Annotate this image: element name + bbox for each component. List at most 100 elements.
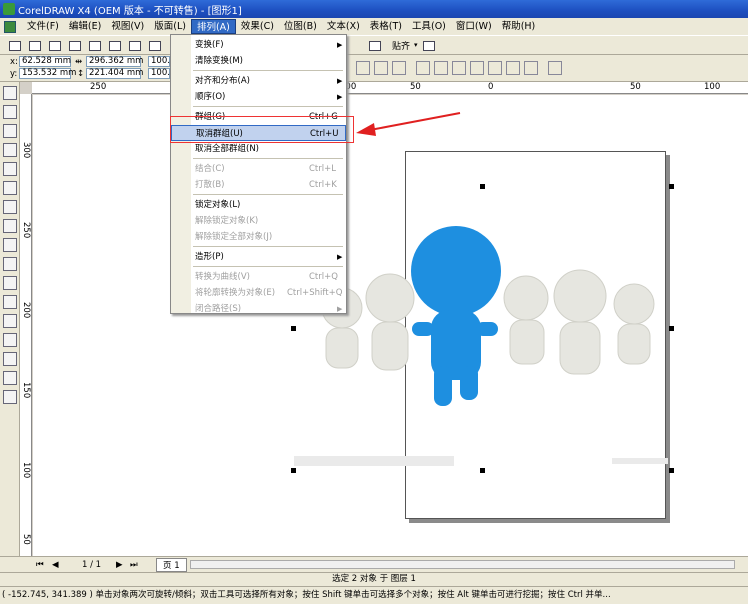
simplify-icon[interactable] bbox=[470, 61, 484, 75]
ungroup-icon[interactable] bbox=[374, 61, 388, 75]
next-page-icon[interactable]: ▶ bbox=[116, 560, 123, 570]
open-icon[interactable] bbox=[26, 38, 42, 52]
pick-tool-icon[interactable] bbox=[3, 86, 17, 100]
selection-handle[interactable] bbox=[669, 326, 674, 331]
new-icon[interactable] bbox=[6, 38, 22, 52]
ellipse-tool-icon[interactable] bbox=[3, 219, 17, 233]
menu-effects[interactable]: 效果(C) bbox=[236, 19, 279, 34]
y-label: y: bbox=[10, 69, 18, 79]
arrange-menu-item[interactable]: 顺序(O) ▶ bbox=[171, 89, 346, 105]
zoom-dropdown-icon[interactable] bbox=[366, 38, 382, 52]
ruler-tick-label: 100 bbox=[21, 462, 31, 479]
arrange-menu-item[interactable]: 取消全部群组(N) bbox=[171, 141, 346, 157]
table-tool-icon[interactable] bbox=[3, 295, 17, 309]
menu-tools[interactable]: 工具(O) bbox=[407, 19, 451, 34]
status-bar-selection: 选定 2 对象 于 图层 1 bbox=[0, 572, 748, 586]
menu-view[interactable]: 视图(V) bbox=[106, 19, 149, 34]
arrange-menu-item[interactable]: 解除锁定全部对象(J) bbox=[171, 229, 346, 245]
selection-handle[interactable] bbox=[291, 468, 296, 473]
horizontal-scrollbar[interactable] bbox=[190, 560, 735, 569]
scale-y-field[interactable]: 100.0 bbox=[148, 68, 175, 79]
menu-text[interactable]: 文本(X) bbox=[322, 19, 365, 34]
arrange-menu-item[interactable]: 锁定对象(L) bbox=[171, 197, 346, 213]
arrange-menu-item[interactable]: 结合(C) Ctrl+L bbox=[171, 161, 346, 177]
outline-tool-icon[interactable] bbox=[3, 352, 17, 366]
ungroup-all-icon[interactable] bbox=[392, 61, 406, 75]
selection-handle[interactable] bbox=[669, 184, 674, 189]
print-icon[interactable] bbox=[66, 38, 82, 52]
options-icon[interactable] bbox=[420, 38, 436, 52]
menu-item-label: 造形(P) bbox=[195, 252, 224, 262]
menu-bitmaps[interactable]: 位图(B) bbox=[279, 19, 322, 34]
menu-item-shortcut: Ctrl+K bbox=[309, 180, 337, 190]
menu-layout[interactable]: 版面(L) bbox=[149, 19, 191, 34]
menu-arrange[interactable]: 排列(A) bbox=[190, 19, 236, 34]
weld-icon[interactable] bbox=[416, 61, 430, 75]
undo-icon[interactable] bbox=[146, 38, 162, 52]
create-boundary-icon[interactable] bbox=[524, 61, 538, 75]
last-page-icon[interactable]: ⏭ bbox=[130, 560, 138, 570]
snap-chevron-down-icon[interactable]: ▾ bbox=[414, 41, 418, 49]
text-tool-icon[interactable] bbox=[3, 276, 17, 290]
snap-to-button[interactable]: 贴齐 bbox=[392, 39, 410, 52]
arrange-menu-item[interactable]: 造形(P) ▶ bbox=[171, 249, 346, 265]
arrange-menu-item[interactable]: 将轮廓转换为对象(E) Ctrl+Shift+Q bbox=[171, 285, 346, 301]
rectangle-tool-icon[interactable] bbox=[3, 200, 17, 214]
freehand-tool-icon[interactable] bbox=[3, 162, 17, 176]
menu-item-label: 锁定对象(L) bbox=[195, 200, 241, 210]
paste-icon[interactable] bbox=[126, 38, 142, 52]
arrange-menu-item[interactable]: 对齐和分布(A) ▶ bbox=[171, 73, 346, 89]
height-field[interactable]: 221.404 mm bbox=[86, 68, 143, 79]
selection-handle[interactable] bbox=[480, 184, 485, 189]
document-icon[interactable] bbox=[4, 20, 16, 33]
menu-file[interactable]: 文件(F) bbox=[22, 19, 64, 34]
intersect-icon[interactable] bbox=[452, 61, 466, 75]
align-icon bbox=[175, 76, 185, 86]
zoom-tool-icon[interactable] bbox=[3, 143, 17, 157]
eyedropper-tool-icon[interactable] bbox=[3, 333, 17, 347]
crop-tool-icon[interactable] bbox=[3, 124, 17, 138]
trim-icon[interactable] bbox=[434, 61, 448, 75]
x-position-field[interactable]: 62.528 mm bbox=[19, 56, 71, 67]
basic-shapes-tool-icon[interactable] bbox=[3, 257, 17, 271]
group-icon[interactable] bbox=[356, 61, 370, 75]
fill-tool-icon[interactable] bbox=[3, 371, 17, 385]
interactive-tool-icon[interactable] bbox=[3, 314, 17, 328]
shape-tool-icon[interactable] bbox=[3, 105, 17, 119]
cut-icon[interactable] bbox=[86, 38, 102, 52]
arrange-menu-item[interactable]: 闭合路径(S) ▶ bbox=[171, 301, 346, 317]
arrange-menu-item[interactable]: 转换为曲线(V) Ctrl+Q bbox=[171, 269, 346, 285]
width-field[interactable]: 296.362 mm bbox=[86, 56, 143, 67]
unlock-icon bbox=[175, 216, 185, 226]
copy-icon[interactable] bbox=[106, 38, 122, 52]
selection-handle[interactable] bbox=[480, 468, 485, 473]
scale-x-field[interactable]: 100.0 bbox=[148, 56, 175, 67]
page-tab[interactable]: 页 1 bbox=[156, 558, 187, 572]
smart-fill-tool-icon[interactable] bbox=[3, 181, 17, 195]
first-page-icon[interactable]: ⏮ bbox=[36, 560, 44, 570]
align-distribute-icon[interactable] bbox=[548, 61, 562, 75]
menu-window[interactable]: 窗口(W) bbox=[451, 19, 497, 34]
interactive-fill-tool-icon[interactable] bbox=[3, 390, 17, 404]
polygon-tool-icon[interactable] bbox=[3, 238, 17, 252]
arrange-menu-item[interactable]: 清除变换(M) bbox=[171, 53, 346, 69]
back-minus-front-icon[interactable] bbox=[506, 61, 520, 75]
ruler-tick-label: 250 bbox=[90, 82, 107, 92]
arrange-menu-item[interactable]: 解除锁定对象(K) bbox=[171, 213, 346, 229]
selection-handle[interactable] bbox=[291, 326, 296, 331]
ruler-tick-label: 300 bbox=[21, 142, 31, 159]
arrange-menu-item[interactable]: 变换(F) ▶ bbox=[171, 37, 346, 53]
previous-page-icon[interactable]: ◀ bbox=[52, 560, 59, 570]
figures-image[interactable] bbox=[294, 186, 672, 470]
order-icon bbox=[175, 92, 185, 102]
y-position-field[interactable]: 153.532 mm bbox=[19, 68, 76, 79]
clear-transform-icon bbox=[175, 56, 185, 66]
submenu-arrow-icon: ▶ bbox=[337, 305, 343, 313]
menu-table[interactable]: 表格(T) bbox=[365, 19, 407, 34]
menu-help[interactable]: 帮助(H) bbox=[497, 19, 541, 34]
save-icon[interactable] bbox=[46, 38, 62, 52]
selection-handle[interactable] bbox=[669, 468, 674, 473]
menu-edit[interactable]: 编辑(E) bbox=[64, 19, 106, 34]
arrange-menu-item[interactable]: 打散(B) Ctrl+K bbox=[171, 177, 346, 193]
front-minus-back-icon[interactable] bbox=[488, 61, 502, 75]
